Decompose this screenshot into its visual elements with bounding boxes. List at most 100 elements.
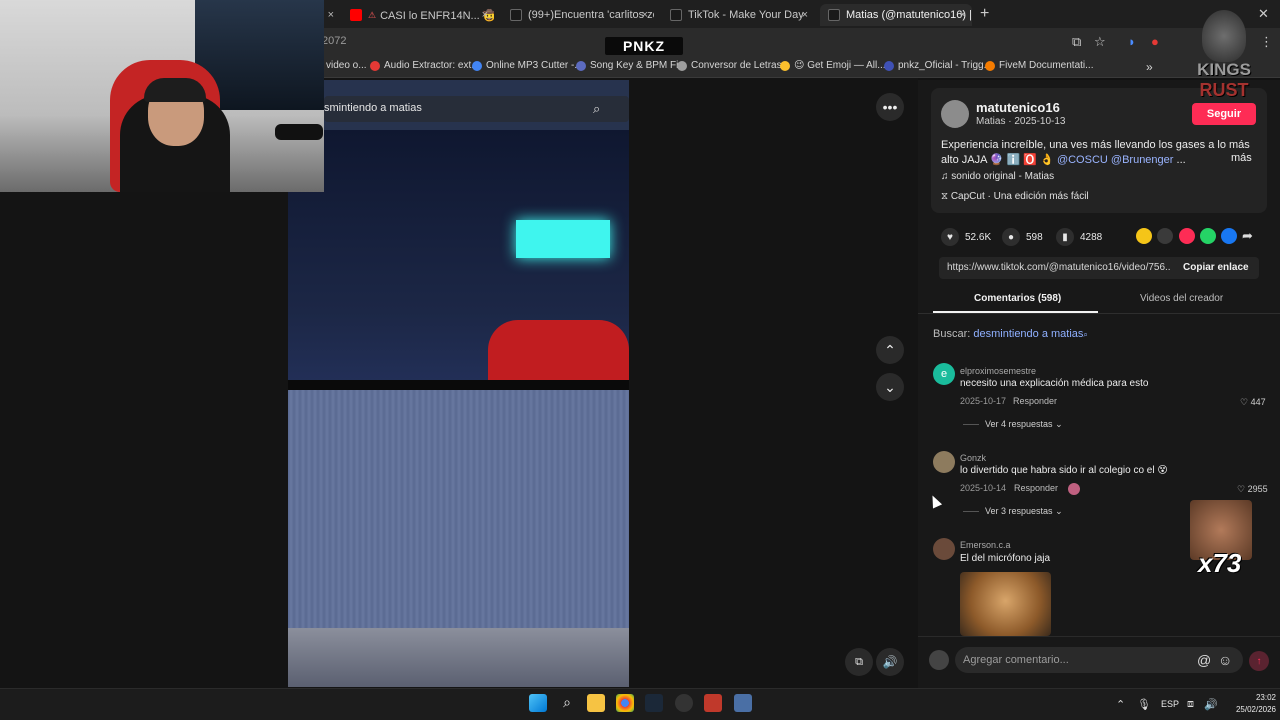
chrome-icon[interactable] <box>616 694 634 712</box>
reply-button[interactable]: Responder <box>1014 483 1058 493</box>
bookmark-item[interactable]: Song Key & BPM Fi... <box>576 60 687 71</box>
capcut-link[interactable]: ⧖ CapCut · Una edición más fácil <box>941 191 1089 202</box>
pip-button[interactable]: ⧉ <box>845 648 873 676</box>
creator-username[interactable]: matutenico16 <box>976 100 1060 115</box>
tab-title: TikTok - Make Your Day <box>688 9 804 21</box>
comment-image[interactable] <box>960 572 1051 636</box>
url-text[interactable]: 2072 <box>322 35 346 47</box>
steam-icon[interactable] <box>645 694 663 712</box>
tab-close-partial[interactable]: × <box>324 4 340 26</box>
embed-icon[interactable] <box>1157 228 1173 244</box>
video-player[interactable] <box>288 80 629 687</box>
video-stage-screen <box>516 220 610 258</box>
send-comment-button[interactable]: ↑ <box>1249 651 1269 671</box>
search-icon[interactable]: ⌕ <box>558 694 576 712</box>
search-icon[interactable]: ⌕ <box>593 101 600 117</box>
comment-username[interactable]: Gonzk <box>960 453 986 463</box>
video-cloth <box>288 390 629 630</box>
tab-tiktok-home[interactable]: TikTok - Make Your Day × <box>662 4 814 26</box>
close-icon[interactable]: × <box>642 9 648 21</box>
chevron-down-icon: ⌄ <box>884 378 896 395</box>
facebook-icon[interactable] <box>1221 228 1237 244</box>
whatsapp-icon[interactable] <box>1200 228 1216 244</box>
bookmark-item[interactable]: Conversor de Letras... <box>677 60 790 71</box>
reply-button[interactable]: Responder <box>1013 396 1057 406</box>
comment-text: lo divertido que habra sido ir al colegi… <box>960 465 1168 476</box>
more-options-button[interactable]: ••• <box>876 93 904 121</box>
bookmark-item[interactable]: video o... <box>326 60 367 71</box>
clock-date[interactable]: 25/02/2026 <box>1226 705 1276 714</box>
microphone-icon[interactable]: 🎙 <box>1137 698 1151 711</box>
repost-icon[interactable] <box>1179 228 1195 244</box>
bookmark-item[interactable]: 😉 Get Emoji — All... <box>780 60 886 71</box>
bookmarks-overflow-icon[interactable]: » <box>1146 60 1153 74</box>
close-icon[interactable]: × <box>482 9 488 21</box>
comment-username[interactable]: Emerson.c.a <box>960 540 1011 550</box>
search-suggestion[interactable]: Buscar: desmintiendo a matias⌕ <box>933 328 1088 340</box>
next-video-button[interactable]: ⌄ <box>876 373 904 401</box>
language-indicator[interactable]: ESP <box>1161 699 1179 709</box>
bookmark-item[interactable]: Audio Extractor: ext... <box>370 60 480 71</box>
view-replies-button[interactable]: Ver 4 respuestas ⌄ <box>963 419 1063 430</box>
copy-link-button[interactable]: Copiar enlace <box>1183 262 1249 273</box>
previous-video-button[interactable]: ⌃ <box>876 336 904 364</box>
comment-username[interactable]: elproximosemestre <box>960 366 1036 376</box>
network-icon[interactable]: ⧈ <box>1187 698 1194 711</box>
bookmark-item[interactable]: FiveM Documentati... <box>985 60 1093 71</box>
start-icon[interactable] <box>529 694 547 712</box>
obs-icon[interactable] <box>675 694 693 712</box>
tiktok-icon <box>670 9 682 21</box>
tab-creator-videos[interactable]: Videos del creador <box>1140 293 1223 304</box>
bookmark-item[interactable]: pnkz_Oficial - Trigg... <box>884 60 992 71</box>
clock-time[interactable]: 23:02 <box>1240 693 1276 702</box>
comment-button[interactable]: ● 598 <box>1002 228 1043 246</box>
emoji-icon[interactable]: ☺ <box>1218 652 1232 668</box>
pnkz-logo: PNKZ <box>605 37 683 55</box>
video-search-text[interactable]: smintiendo a matias <box>324 102 422 114</box>
share-arrow-icon[interactable]: ➦ <box>1242 228 1258 244</box>
calculator-icon[interactable] <box>734 694 752 712</box>
bookmark-item[interactable]: Online MP3 Cutter -... <box>472 60 583 71</box>
webcam-hair <box>144 78 206 102</box>
more-icon: ••• <box>882 99 898 115</box>
coin-icon[interactable] <box>1136 228 1152 244</box>
capcut-icon: ⧖ <box>941 191 951 202</box>
tab-title: CASI lo ENFR14N... 🤠 ¡Ze <box>380 9 494 22</box>
tab-tiktok-profile[interactable]: Matias (@matutenico16) | T × <box>820 4 972 26</box>
video-performer <box>488 320 629 380</box>
save-button[interactable]: ▮ 4288 <box>1056 228 1102 246</box>
comment-avatar[interactable] <box>933 538 955 560</box>
app-icon[interactable] <box>704 694 722 712</box>
tab-youtube[interactable]: ⚠ CASI lo ENFR14N... 🤠 ¡Ze × <box>342 4 494 26</box>
creator-liked-avatar <box>1068 483 1080 495</box>
new-tab-button[interactable]: + <box>980 5 989 23</box>
close-icon[interactable]: × <box>960 9 966 21</box>
extension-icon[interactable]: ◗ <box>1128 34 1136 49</box>
volume-icon[interactable]: 🔊 <box>1204 698 1218 711</box>
heart-outline-icon: ♡ <box>1240 397 1251 407</box>
chevron-down-icon: ⌄ <box>1055 419 1063 429</box>
video-link-text[interactable]: https://www.tiktok.com/@matutenico16/vid… <box>947 262 1171 273</box>
view-replies-button[interactable]: Ver 3 respuestas ⌄ <box>963 506 1063 517</box>
mention-link[interactable]: @COSCU <box>1057 154 1108 166</box>
comment-like-button[interactable]: ♡ 447 <box>1240 397 1266 408</box>
creator-avatar[interactable] <box>941 100 969 128</box>
tab-tiktok-search[interactable]: (99+)Encuentra 'carlitos zein' e × <box>502 4 654 26</box>
volume-button[interactable]: 🔊 <box>876 648 904 676</box>
music-link[interactable]: ♫ sonido original - Matias <box>941 171 1054 182</box>
tray-overflow-icon[interactable]: ⌃ <box>1116 698 1125 711</box>
like-button[interactable]: ♥ 52.6K <box>941 228 991 246</box>
install-icon[interactable]: ⧉ <box>1072 34 1081 50</box>
star-icon[interactable]: ☆ <box>1094 34 1106 50</box>
comment-avatar[interactable] <box>933 451 955 473</box>
mention-link[interactable]: @Brunenger <box>1111 154 1174 166</box>
file-explorer-icon[interactable] <box>587 694 605 712</box>
tiktok-icon <box>828 9 840 21</box>
mention-icon[interactable]: @ <box>1197 652 1211 668</box>
close-icon[interactable]: × <box>802 9 808 21</box>
extension-red-icon[interactable]: ● <box>1151 34 1159 49</box>
comment-avatar[interactable]: e <box>933 363 955 385</box>
description-more-link[interactable]: más <box>1231 152 1252 164</box>
comment-like-button[interactable]: ♡ 2955 <box>1237 484 1268 495</box>
tab-comments[interactable]: Comentarios (598) <box>974 293 1061 304</box>
